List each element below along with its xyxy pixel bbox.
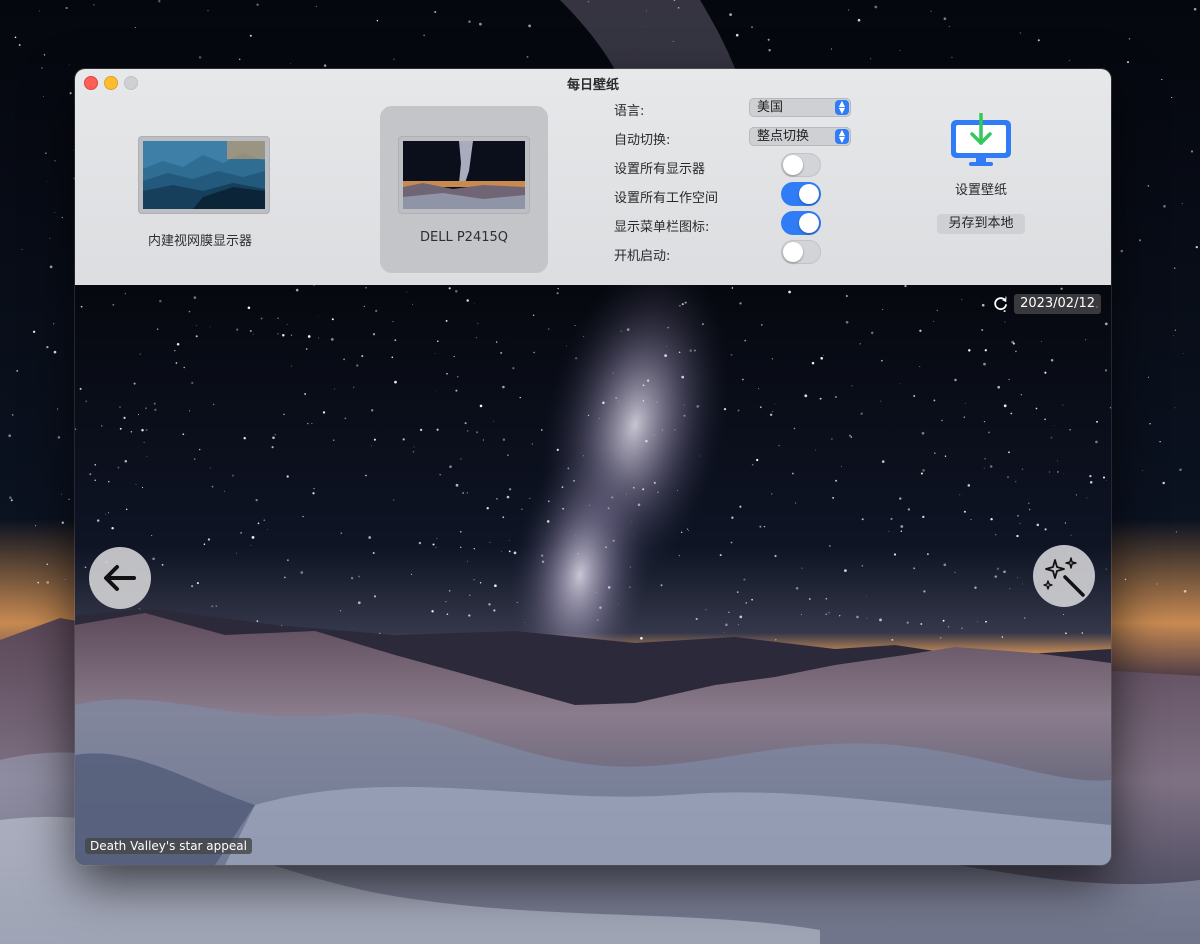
set-all-displays-toggle[interactable] <box>781 153 821 177</box>
set-all-spaces-label: 设置所有工作空间 <box>614 191 719 206</box>
app-window: 每日壁纸 内建视网膜显示器 DELL P2415Q 语言: 美国 ▲ ▼ 自动切… <box>75 69 1111 865</box>
set-all-displays-label: 设置所有显示器 <box>614 162 706 177</box>
display-thumbnail <box>398 136 530 214</box>
menubar-icon-toggle[interactable] <box>781 211 821 235</box>
launch-at-login-toggle[interactable] <box>781 240 821 264</box>
language-label: 语言: <box>614 104 645 119</box>
toolbar: 每日壁纸 内建视网膜显示器 DELL P2415Q 语言: 美国 ▲ ▼ 自动切… <box>75 69 1111 286</box>
random-wallpaper-button[interactable] <box>1033 545 1095 607</box>
monitor-download-icon[interactable] <box>949 112 1013 173</box>
language-select[interactable]: 美国 ▲ ▼ <box>749 98 851 117</box>
save-local-button[interactable]: 另存到本地 <box>937 214 1025 234</box>
previous-button[interactable] <box>89 547 151 609</box>
refresh-icon[interactable] <box>991 294 1011 314</box>
set-wallpaper-label[interactable]: 设置壁纸 <box>921 179 1041 198</box>
auto-switch-select-value: 整点切换 <box>757 129 810 144</box>
preview-image <box>75 285 1111 865</box>
window-title: 每日壁纸 <box>566 78 619 93</box>
menubar-icon-label: 显示菜单栏图标: <box>614 220 710 235</box>
display-card-dell[interactable]: DELL P2415Q <box>380 106 548 273</box>
chevron-updown-icon: ▲ ▼ <box>835 100 849 115</box>
display-card-builtin[interactable]: 内建视网膜显示器 <box>100 106 300 276</box>
auto-switch-label: 自动切换: <box>614 133 671 148</box>
chevron-updown-icon: ▲ ▼ <box>835 129 849 144</box>
display-label: DELL P2415Q <box>420 230 508 245</box>
date-badge: 2023/02/12 <box>1014 294 1101 314</box>
set-all-spaces-toggle[interactable] <box>781 182 821 206</box>
launch-at-login-label: 开机启动: <box>614 249 671 264</box>
display-label: 内建视网膜显示器 <box>147 234 252 249</box>
arrow-left-icon <box>104 565 136 591</box>
display-thumbnail <box>138 136 270 214</box>
magic-wand-icon <box>1043 557 1085 597</box>
auto-switch-select[interactable]: 整点切换 ▲ ▼ <box>749 127 851 146</box>
language-select-value: 美国 <box>757 100 784 115</box>
wallpaper-preview: 2023/02/12 Death Valley's star appeal <box>75 285 1111 865</box>
wallpaper-caption: Death Valley's star appeal <box>85 838 252 854</box>
